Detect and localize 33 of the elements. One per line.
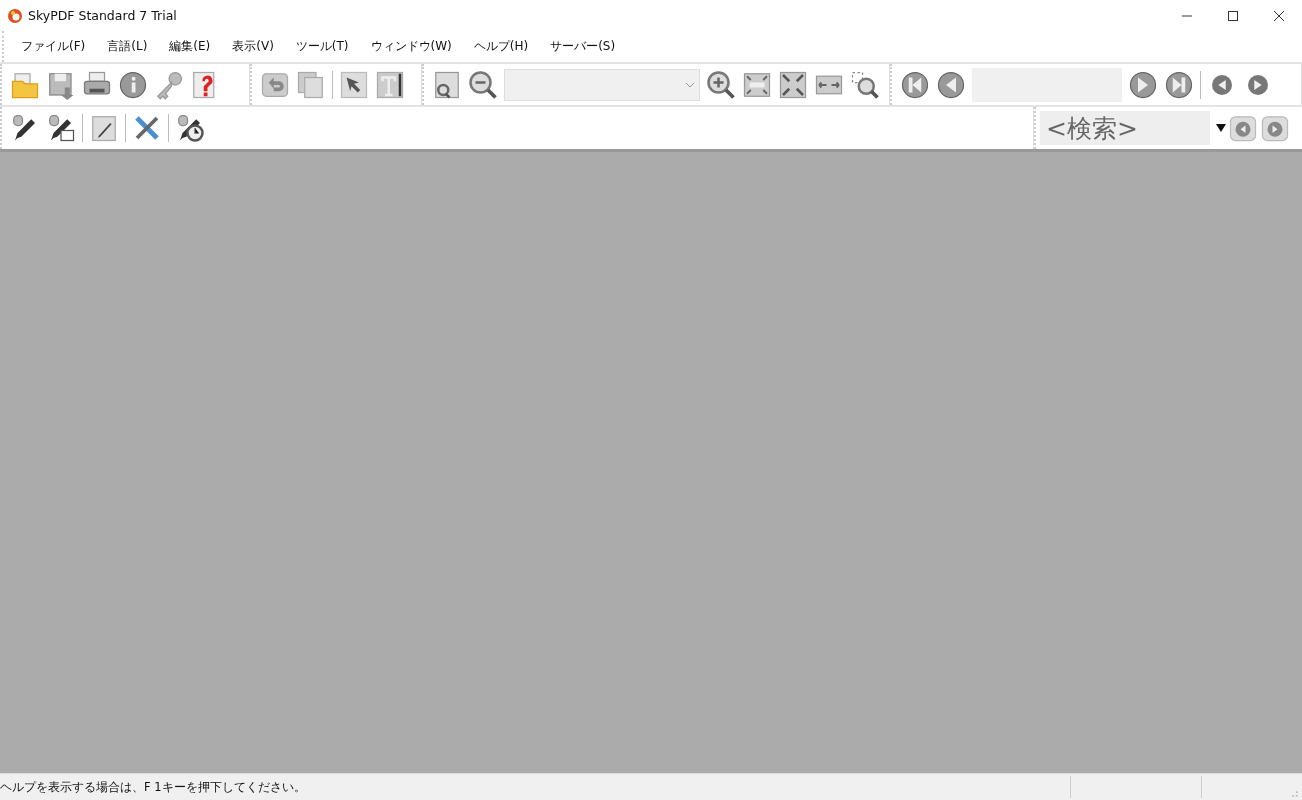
pen-window-icon[interactable] xyxy=(46,113,76,143)
app-logo-icon xyxy=(7,7,23,24)
window-title: SkyPDF Standard 7 Trial xyxy=(28,8,177,23)
key-icon[interactable] xyxy=(154,69,184,100)
menu-item[interactable]: ツール(T) xyxy=(288,36,356,57)
menu-item[interactable]: 言語(L) xyxy=(100,36,155,57)
menu-item[interactable]: ウィンドウ(W) xyxy=(363,36,459,57)
page-search-icon[interactable] xyxy=(432,69,462,100)
pen-clock-icon[interactable] xyxy=(175,113,205,143)
pointer-icon[interactable] xyxy=(339,69,369,100)
area-zoom-icon[interactable] xyxy=(850,69,880,100)
search-field[interactable]: <検索> xyxy=(1040,111,1210,145)
close-icon[interactable] xyxy=(1273,9,1285,22)
menu-item[interactable]: サーバー(S) xyxy=(543,36,623,57)
status-message: ヘルプを表示する場合は、F 1キーを押下してください。 xyxy=(0,779,307,795)
previous-page-icon[interactable] xyxy=(936,69,966,100)
last-page-icon[interactable] xyxy=(1164,69,1194,100)
text-cursor-icon[interactable] xyxy=(375,69,405,100)
edit-page-icon[interactable] xyxy=(89,113,119,143)
menu-item[interactable]: 表示(V) xyxy=(225,36,281,57)
chevron-down-icon xyxy=(685,81,695,88)
maximize-icon[interactable] xyxy=(1227,9,1239,22)
zoom-in-icon[interactable] xyxy=(706,69,736,100)
menu-item[interactable]: ヘルプ(H) xyxy=(466,36,536,57)
zoom-out-icon[interactable] xyxy=(468,69,498,100)
first-page-icon[interactable] xyxy=(900,69,930,100)
menu-item[interactable]: 編集(E) xyxy=(162,36,218,57)
menu-item[interactable]: ファイル(F) xyxy=(14,36,93,57)
next-page-icon[interactable] xyxy=(1128,69,1158,100)
dropdown-arrow-icon[interactable] xyxy=(1216,124,1226,132)
fit-page-icon[interactable] xyxy=(778,69,808,100)
info-icon[interactable] xyxy=(118,69,148,100)
search-next-icon[interactable] xyxy=(1260,113,1290,143)
